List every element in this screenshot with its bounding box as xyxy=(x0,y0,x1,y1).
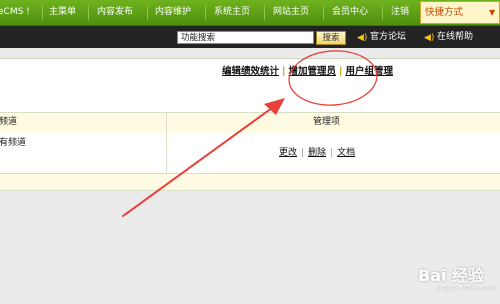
delete-link[interactable]: 删除 xyxy=(308,148,326,158)
link-separator: | xyxy=(282,66,286,77)
speaker-icon: ◀) xyxy=(424,33,435,43)
edit-stats-link[interactable]: 编辑绩效统计 xyxy=(222,66,279,77)
nav-separator xyxy=(42,5,43,20)
watermark-url: jingyan.baidu.com xyxy=(436,284,496,292)
nav-separator xyxy=(323,5,324,20)
link-separator: | xyxy=(339,66,343,77)
manage-column-header: 管理项 xyxy=(313,117,341,127)
user-group-link[interactable]: 用户组管理 xyxy=(346,66,394,77)
nav-item-ecms[interactable]: eCMS ! xyxy=(0,0,30,25)
quick-access-dropdown[interactable]: 快捷方式 ▼ xyxy=(420,1,500,24)
nav-separator xyxy=(88,5,89,20)
nav-separator xyxy=(264,5,265,20)
action-separator: | xyxy=(330,148,334,158)
action-separator: | xyxy=(301,148,305,158)
search-button[interactable]: 搜索 xyxy=(316,31,346,45)
nav-item-maintain[interactable]: 内容维护 xyxy=(155,0,191,25)
edit-link[interactable]: 更改 xyxy=(279,148,297,158)
table-row xyxy=(0,133,500,174)
nav-item-main-menu[interactable]: 主菜单 xyxy=(49,0,76,25)
help-link[interactable]: 在线帮助 xyxy=(437,30,473,44)
nav-separator xyxy=(205,5,206,20)
nav-item-logout[interactable]: 注销 xyxy=(391,0,409,25)
channel-cell: 有频道 xyxy=(0,138,27,148)
nav-item-site-home[interactable]: 网站主页 xyxy=(273,0,309,25)
top-nav: eCMS ! 主菜单 内容发布 内容维护 系统主页 网站主页 会员中心 注销 快… xyxy=(0,0,500,26)
nav-item-publish[interactable]: 内容发布 xyxy=(97,0,133,25)
watermark-text: Bai 经验 xyxy=(418,266,485,285)
quick-access-label: 快捷方式 xyxy=(425,7,464,18)
table-footer-row xyxy=(0,174,500,191)
search-input[interactable]: 功能搜索 xyxy=(177,31,314,44)
admin-sub-links: 编辑绩效统计 | 增加管理员 | 用户组管理 xyxy=(222,64,393,80)
column-divider xyxy=(166,112,167,173)
nav-item-member-center[interactable]: 会员中心 xyxy=(332,0,368,25)
speaker-icon: ◀) xyxy=(357,33,368,43)
docs-link[interactable]: 文档 xyxy=(337,148,355,158)
row-actions: 更改 | 删除 | 文档 xyxy=(279,146,355,160)
nav-separator xyxy=(147,5,148,20)
nav-separator xyxy=(382,5,383,20)
table-header-row xyxy=(0,112,500,134)
watermark: Bai 经验 jingyan.baidu.com xyxy=(408,258,498,298)
add-admin-link[interactable]: 增加管理员 xyxy=(289,66,337,77)
forum-link[interactable]: 官方论坛 xyxy=(370,30,406,44)
nav-item-system-home[interactable]: 系统主页 xyxy=(214,0,250,25)
channel-column-header: 频道 xyxy=(0,117,18,127)
chevron-down-icon: ▼ xyxy=(489,8,496,17)
